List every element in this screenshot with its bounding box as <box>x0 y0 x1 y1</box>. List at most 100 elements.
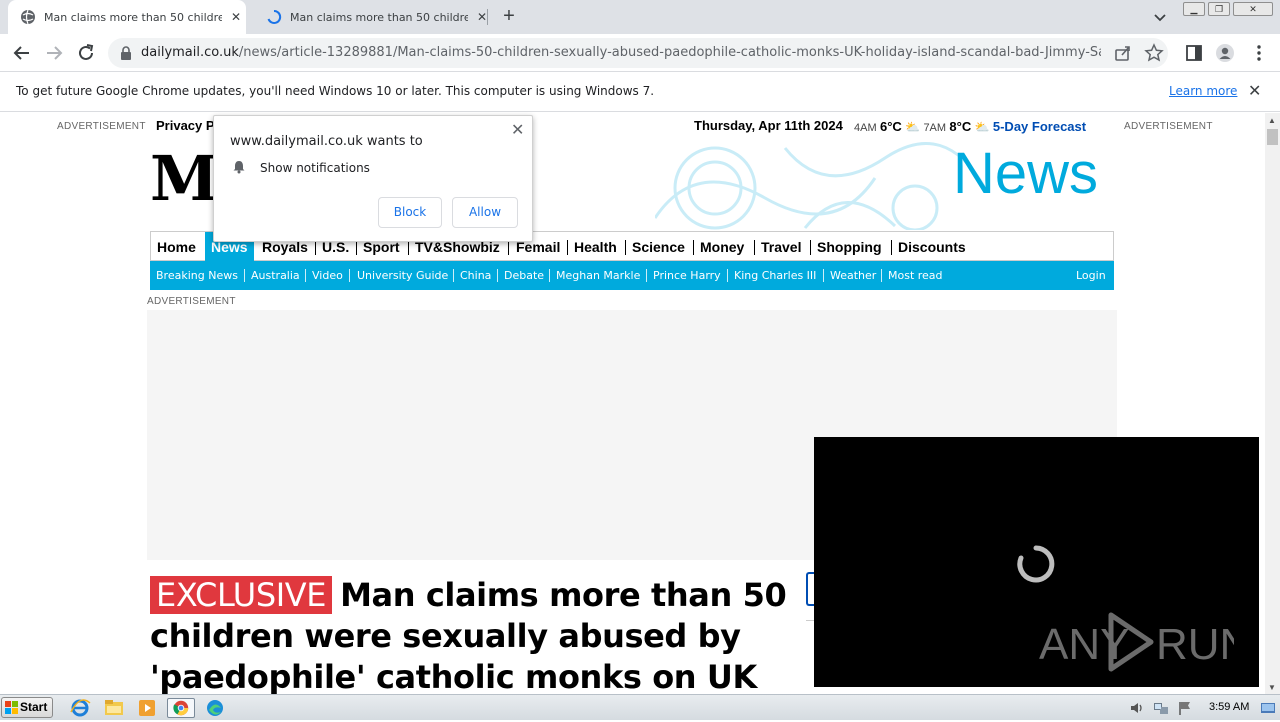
bookmark-star-icon[interactable] <box>1144 43 1164 63</box>
weather-temp: 8°C <box>949 119 972 134</box>
chrome-taskbar-button[interactable] <box>167 698 195 718</box>
nav-separator <box>754 240 755 255</box>
start-button[interactable]: Start <box>1 697 53 718</box>
nav-home[interactable]: Home <box>157 232 196 261</box>
popup-close-button[interactable]: ✕ <box>511 120 524 139</box>
media-player-icon[interactable] <box>135 698 159 718</box>
ad-label-right: ADVERTISEMENT <box>1124 121 1213 132</box>
subnav-most-read[interactable]: Most read <box>888 261 943 290</box>
url-path: /news/article-13289881/Man-claims-50-chi… <box>238 45 1101 60</box>
subnav-separator <box>349 269 350 282</box>
subnav-debate[interactable]: Debate <box>504 261 544 290</box>
update-infobar: To get future Google Chrome updates, you… <box>0 72 1280 112</box>
popup-heading: www.dailymail.co.uk wants to <box>230 134 423 149</box>
tab-title: Man claims more than 50 children were se… <box>290 10 468 24</box>
subnav-china[interactable]: China <box>460 261 491 290</box>
login-link[interactable]: Login <box>1076 261 1106 290</box>
subnav-meghan-markle[interactable]: Meghan Markle <box>556 261 640 290</box>
chevron-down-icon[interactable] <box>1152 9 1168 25</box>
tab-close-button[interactable]: ✕ <box>228 10 244 24</box>
subnav-prince-harry[interactable]: Prince Harry <box>653 261 721 290</box>
menu-kebab-icon[interactable] <box>1249 43 1269 63</box>
nav-health[interactable]: Health <box>574 232 617 261</box>
article-headline[interactable]: EXCLUSIVE Man claims more than 50 childre… <box>150 575 790 694</box>
lock-icon[interactable] <box>120 46 132 60</box>
privacy-link[interactable]: Privacy P <box>156 118 215 133</box>
speaker-icon[interactable] <box>1129 700 1145 716</box>
start-label: Start <box>20 700 48 714</box>
five-day-forecast-link[interactable]: 5-Day Forecast <box>993 119 1086 134</box>
exclusive-badge: EXCLUSIVE <box>150 576 333 614</box>
video-player[interactable]: ANY RUN <box>814 437 1259 687</box>
weather-strip[interactable]: 4AM 6°C ⛅ 7AM 8°C ⛅ 5-Day Forecast <box>854 119 1086 134</box>
tab-separator <box>487 9 488 25</box>
edge-icon[interactable] <box>203 698 227 718</box>
learn-more-link[interactable]: Learn more <box>1169 84 1237 98</box>
page-scrollbar[interactable]: ▲ ▼ <box>1265 113 1280 694</box>
nav-separator <box>408 240 409 255</box>
subnav-king-charles[interactable]: King Charles III <box>734 261 816 290</box>
subnav-separator <box>823 269 824 282</box>
tab-title: Man claims more than 50 children were se… <box>44 10 222 24</box>
windows-taskbar: Start 3:59 AM <box>0 694 1280 720</box>
tab-article-1[interactable]: Man claims more than 50 children were se… <box>8 0 246 34</box>
subnav-breaking-news[interactable]: Breaking News <box>156 261 238 290</box>
scroll-up-arrow-icon[interactable]: ▲ <box>1268 116 1276 125</box>
notification-permission-popup: www.dailymail.co.uk wants to ✕ Show noti… <box>213 115 533 242</box>
anyrun-watermark-logo: ANY RUN <box>1039 612 1234 672</box>
url-text[interactable]: dailymail.co.uk/news/article-13289881/Ma… <box>141 45 1101 60</box>
profile-avatar-icon[interactable] <box>1215 43 1235 63</box>
show-desktop-icon[interactable] <box>1260 700 1276 716</box>
weather-time: 7AM <box>923 122 947 134</box>
nav-science[interactable]: Science <box>632 232 685 261</box>
infobar-close-button[interactable]: ✕ <box>1248 81 1261 100</box>
subnav-separator <box>646 269 647 282</box>
subnav-weather[interactable]: Weather <box>830 261 876 290</box>
address-bar[interactable]: dailymail.co.uk/news/article-13289881/Ma… <box>108 38 1168 68</box>
permission-label: Show notifications <box>260 161 370 175</box>
internet-explorer-icon[interactable] <box>68 698 92 718</box>
nav-money[interactable]: Money <box>700 232 744 261</box>
side-panel-icon[interactable] <box>1184 43 1204 63</box>
partly-cloudy-icon: ⛅ <box>974 120 990 134</box>
nav-separator <box>810 240 811 255</box>
back-arrow-icon[interactable] <box>11 42 33 64</box>
network-icon[interactable] <box>1153 700 1169 716</box>
scrollbar-thumb[interactable] <box>1267 129 1278 145</box>
globe-icon <box>21 9 35 25</box>
nav-discounts[interactable]: Discounts <box>898 232 966 261</box>
file-explorer-icon[interactable] <box>102 698 126 718</box>
ad-label-left: ADVERTISEMENT <box>57 121 146 132</box>
nav-separator <box>315 240 316 255</box>
allow-button[interactable]: Allow <box>452 197 518 228</box>
ad-label-banner: ADVERTISEMENT <box>147 296 236 307</box>
tab-article-2[interactable]: Man claims more than 50 children were se… <box>254 0 492 34</box>
subnav-australia[interactable]: Australia <box>251 261 300 290</box>
close-window-button[interactable]: ✕ <box>1233 2 1273 16</box>
minimize-button[interactable]: ▁ <box>1183 2 1205 16</box>
svg-text:ANY: ANY <box>1039 620 1129 669</box>
reload-icon[interactable] <box>75 42 97 64</box>
nav-travel[interactable]: Travel <box>761 232 801 261</box>
partly-cloudy-icon: ⛅ <box>905 120 921 134</box>
daily-mail-logo[interactable]: M <box>150 142 219 215</box>
new-tab-button[interactable]: + <box>499 6 519 26</box>
loading-spinner-icon <box>267 9 282 24</box>
url-domain: dailymail.co.uk <box>141 45 239 60</box>
svg-text:RUN: RUN <box>1156 620 1234 669</box>
loading-spinner-icon <box>1017 545 1055 583</box>
scroll-down-arrow-icon[interactable]: ▼ <box>1268 683 1276 692</box>
block-button[interactable]: Block <box>378 197 442 228</box>
subnav-separator <box>881 269 882 282</box>
forward-arrow-icon[interactable] <box>43 42 65 64</box>
subnav-separator <box>497 269 498 282</box>
taskbar-clock[interactable]: 3:59 AM <box>1209 701 1249 713</box>
subnav-video[interactable]: Video <box>312 261 343 290</box>
subnav-university-guide[interactable]: University Guide <box>357 261 448 290</box>
nav-shopping[interactable]: Shopping <box>817 232 882 261</box>
share-icon[interactable] <box>1113 43 1133 63</box>
nav-separator <box>356 240 357 255</box>
restore-button[interactable]: ❐ <box>1208 2 1230 16</box>
action-center-flag-icon[interactable] <box>1177 700 1193 716</box>
nav-separator <box>567 240 568 255</box>
